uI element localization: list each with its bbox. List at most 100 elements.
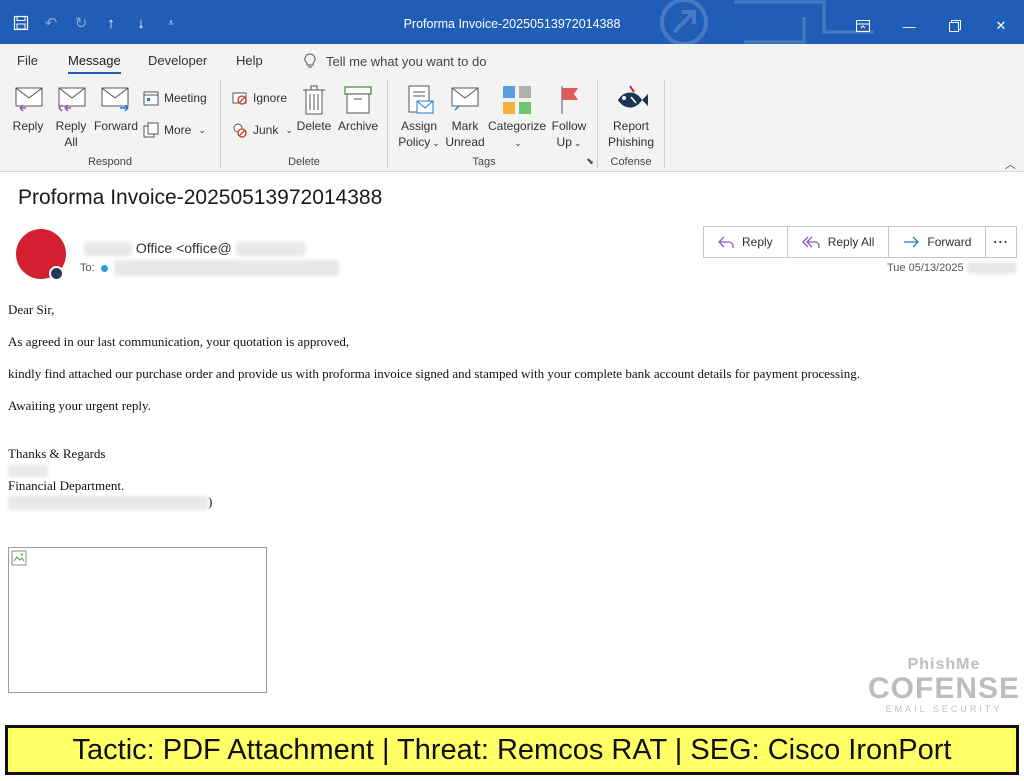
to-label: To: <box>80 262 95 274</box>
delete-group-label: Delete <box>288 156 320 168</box>
to-line: To: <box>80 260 339 276</box>
redacted-time <box>966 262 1017 275</box>
message-actions: Reply Reply All Forward <box>703 226 987 258</box>
more-respond-button[interactable]: More ⌄ <box>143 122 206 138</box>
inline-reply-button[interactable]: Reply <box>704 227 788 257</box>
reply-arrow-icon <box>718 236 734 248</box>
mark-unread-label-2: Unread <box>445 135 485 149</box>
ignore-label: Ignore <box>253 91 288 105</box>
tab-help[interactable]: Help <box>236 53 263 68</box>
body-thanks: Thanks & Regards <box>8 446 106 461</box>
lightbulb-icon <box>304 53 316 68</box>
more-icon <box>143 122 159 138</box>
follow-up-button[interactable]: Follow Up ⌄ <box>548 84 590 151</box>
menu-bar: File Message Developer Help Tell me what… <box>0 44 1024 76</box>
reply-label: Reply <box>12 119 44 133</box>
body-department: Financial Department. <box>8 478 125 493</box>
reply-all-icon <box>57 87 86 112</box>
close-icon[interactable]: ✕ <box>978 10 1024 42</box>
junk-label: Junk <box>253 123 279 137</box>
collapse-ribbon-icon[interactable]: ︿ <box>1005 156 1016 172</box>
report-phishing-button[interactable]: Report Phishing <box>603 84 659 150</box>
minimize-icon[interactable]: — <box>886 10 932 42</box>
tags-group-label: Tags <box>472 156 496 168</box>
presence-status-icon <box>49 266 64 281</box>
cofense-watermark: PhishMe COFENSE EMAIL SECURITY <box>868 656 1020 714</box>
broken-image-placeholder[interactable] <box>8 547 267 693</box>
trash-icon <box>303 85 325 115</box>
forward-icon <box>101 87 129 112</box>
reply-all-label-2: All <box>64 135 78 149</box>
tags-dialog-launcher-icon[interactable]: ⬊ <box>584 156 596 167</box>
avatar[interactable] <box>16 229 66 281</box>
meeting-button[interactable]: Meeting <box>143 90 207 106</box>
more-actions-button[interactable]: ⋯ <box>985 226 1017 258</box>
redacted-signature-name <box>8 465 48 478</box>
meeting-label: Meeting <box>164 91 207 105</box>
redacted-signature-contact <box>8 496 208 511</box>
ribbon-display-options-icon[interactable] <box>840 10 886 42</box>
inline-reply-all-button[interactable]: Reply All <box>788 227 890 257</box>
assign-policy-button[interactable]: Assign Policy ⌄ <box>396 84 442 151</box>
meeting-icon <box>143 91 159 106</box>
follow-up-label-1: Follow <box>551 119 587 133</box>
ignore-button[interactable]: Ignore <box>232 90 287 106</box>
window-controls: — ✕ <box>840 10 1024 42</box>
reply-icon <box>15 87 43 112</box>
message-date-text: Tue 05/13/2025 <box>887 262 964 274</box>
broken-image-icon <box>11 550 27 566</box>
mark-unread-icon <box>451 87 479 111</box>
ribbon-separator <box>664 80 665 168</box>
title-bar: ↶ ↻ ↑ ↓ ⩡ Proforma Invoice-2025051397201… <box>0 0 1024 44</box>
reply-button[interactable]: Reply <box>8 84 48 134</box>
junk-button[interactable]: Junk ⌄ <box>232 122 293 138</box>
archive-button[interactable]: Archive <box>336 84 380 134</box>
report-phishing-label-2: Phishing <box>607 135 655 149</box>
redacted-recipient[interactable] <box>113 260 339 276</box>
sender[interactable]: Office <office@ <box>84 240 306 257</box>
inline-forward-button[interactable]: Forward <box>889 227 985 257</box>
forward-button[interactable]: Forward <box>92 84 140 134</box>
recipient-presence-icon <box>100 264 108 272</box>
sender-address: Office <office@ <box>135 240 232 256</box>
mark-unread-button[interactable]: Mark Unread <box>442 84 488 150</box>
body-line-3: Awaiting your urgent reply. <box>8 398 151 413</box>
restore-icon[interactable] <box>932 10 978 42</box>
forward-arrow-icon <box>904 236 920 248</box>
inline-reply-label: Reply <box>742 235 773 249</box>
cofense-group-label: Cofense <box>610 156 652 168</box>
archive-label: Archive <box>337 119 378 133</box>
body-greeting: Dear Sir, <box>8 302 55 317</box>
flag-icon <box>561 86 578 114</box>
inline-forward-label: Forward <box>927 235 972 249</box>
categorize-label: Categorize <box>488 119 547 133</box>
tab-developer[interactable]: Developer <box>148 53 207 68</box>
delete-label: Delete <box>296 119 332 133</box>
categorize-button[interactable]: Categorize ⌄ <box>488 84 546 151</box>
forward-label: Forward <box>93 119 138 133</box>
tab-file[interactable]: File <box>17 53 38 68</box>
ribbon-separator <box>597 80 598 168</box>
body-signature-end: ) <box>208 494 213 509</box>
mark-unread-label-1: Mark <box>451 119 479 133</box>
tab-message[interactable]: Message <box>68 53 121 74</box>
redacted-sender-domain <box>235 242 306 257</box>
assign-policy-label-2: Policy <box>398 135 431 149</box>
ribbon-separator <box>387 80 388 168</box>
more-label: More <box>164 123 192 137</box>
message-subject: Proforma Invoice-20250513972014388 <box>18 186 383 209</box>
body-line-2: kindly find attached our purchase order … <box>8 366 860 381</box>
reply-all-label-1: Reply <box>55 119 87 133</box>
archive-icon <box>344 86 372 114</box>
reply-all-arrow-icon <box>801 236 820 248</box>
categorize-icon <box>503 86 531 114</box>
assign-policy-icon <box>408 85 434 114</box>
tell-me-text: Tell me what you want to do <box>326 53 487 69</box>
phishing-fish-icon <box>618 85 648 108</box>
redacted-sender-name <box>84 242 132 257</box>
tell-me-box[interactable]: Tell me what you want to do <box>304 53 486 69</box>
delete-button[interactable]: Delete <box>294 84 334 134</box>
ignore-icon <box>232 92 247 105</box>
reply-all-button[interactable]: Reply All <box>50 84 92 150</box>
threat-banner: Tactic: PDF Attachment | Threat: Remcos … <box>5 725 1019 775</box>
